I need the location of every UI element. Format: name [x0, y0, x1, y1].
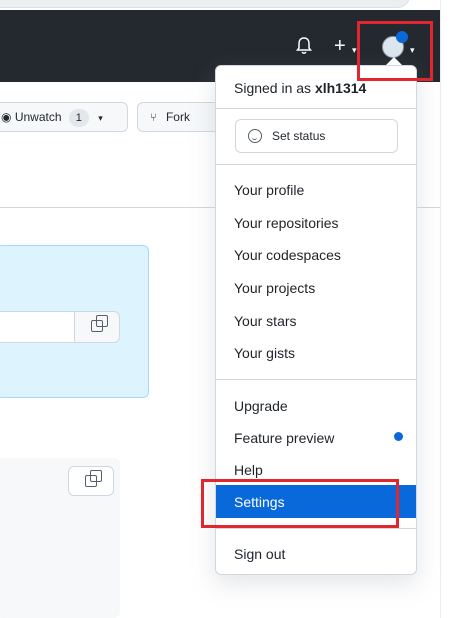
dropdown-caret — [386, 57, 402, 65]
copy-icon — [85, 470, 102, 487]
watch-count: 1 — [68, 109, 89, 127]
smiley-icon — [248, 129, 262, 143]
chevron-down-icon[interactable]: ▾ — [352, 40, 357, 60]
menu-item-your-repositories[interactable]: Your repositories — [234, 214, 339, 232]
menu-item-feature-preview[interactable]: Feature preview — [234, 429, 334, 447]
signed-in-prefix: Signed in as — [234, 80, 312, 96]
copy-snippet-button[interactable] — [68, 466, 114, 496]
menu-item-sign-out[interactable]: Sign out — [234, 545, 285, 563]
menu-item-your-gists[interactable]: Your gists — [234, 344, 295, 362]
copy-url-button[interactable] — [74, 311, 120, 343]
notification-dot-icon — [396, 31, 408, 43]
fork-icon: ⑂ — [150, 112, 157, 124]
plus-icon[interactable]: + — [334, 36, 346, 56]
menu-divider — [216, 164, 416, 165]
signed-in-label: Signed in as xlh1314 — [234, 78, 366, 98]
username: xlh1314 — [314, 80, 367, 96]
bell-icon[interactable] — [296, 37, 314, 57]
menu-item-help[interactable]: Help — [234, 461, 263, 479]
chevron-down-icon[interactable]: ▾ — [410, 40, 415, 60]
set-status-label: Set status — [272, 129, 326, 143]
menu-item-your-stars[interactable]: Your stars — [234, 312, 297, 330]
fork-button[interactable]: ⑂ Fork — [137, 102, 227, 132]
menu-item-your-projects[interactable]: Your projects — [234, 279, 315, 297]
menu-item-settings-label: Settings — [234, 494, 285, 510]
menu-item-your-codespaces[interactable]: Your codespaces — [234, 246, 341, 264]
set-status-button[interactable]: Set status — [235, 119, 398, 153]
chevron-down-icon: ▾ — [98, 113, 103, 123]
feature-preview-dot-icon — [394, 432, 403, 441]
menu-divider — [216, 379, 416, 380]
menu-item-settings[interactable]: Settings — [216, 485, 416, 518]
scrollbar[interactable] — [440, 0, 460, 618]
unwatch-label: Unwatch — [14, 110, 62, 124]
menu-divider — [216, 108, 416, 109]
clone-url-field[interactable] — [0, 311, 75, 343]
menu-item-your-profile[interactable]: Your profile — [234, 181, 304, 199]
menu-divider — [216, 528, 416, 529]
unwatch-button[interactable]: ◉ Unwatch 1 ▾ — [0, 102, 128, 132]
eye-icon: ◉ — [1, 110, 12, 124]
menu-item-upgrade[interactable]: Upgrade — [234, 397, 288, 415]
browser-address-bar[interactable] — [0, 0, 410, 8]
fork-label: Fork — [165, 110, 190, 124]
copy-icon — [91, 315, 108, 332]
